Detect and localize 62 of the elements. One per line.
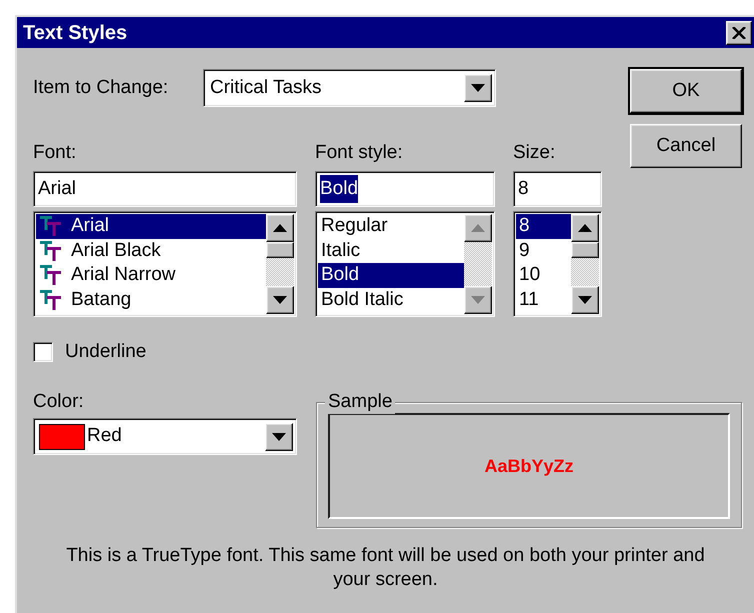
list-item[interactable]: Arial Narrow [36, 263, 266, 288]
list-item[interactable]: Batang [36, 288, 266, 312]
scrollbar[interactable] [266, 214, 294, 314]
sample-text: AaBbYyZz [484, 454, 574, 478]
close-button[interactable] [726, 20, 752, 44]
text-field[interactable]: 8 [513, 171, 602, 207]
list-item[interactable]: 10 [516, 263, 571, 288]
checkbox[interactable] [33, 342, 53, 362]
truetype-icon [39, 215, 63, 238]
up-arrow-icon [273, 224, 287, 232]
close-icon [732, 26, 746, 38]
scroll-down-button[interactable] [571, 286, 599, 314]
scroll-thumb[interactable] [571, 242, 599, 258]
down-arrow-icon [471, 296, 485, 304]
list-item[interactable]: 9 [516, 238, 571, 263]
scroll-up-button[interactable] [464, 214, 492, 242]
field-value: Bold [320, 174, 358, 204]
field-label: Font: [33, 141, 78, 165]
dropdown-value: Critical Tasks [210, 76, 323, 100]
down-arrow-icon [471, 84, 485, 92]
scroll-down-button[interactable] [464, 286, 492, 314]
window-title: Text Styles [23, 20, 128, 46]
list-item[interactable]: Bold Italic [318, 288, 464, 312]
down-arrow-icon [578, 296, 592, 304]
field-label: Color: [33, 390, 85, 414]
checkbox-label: Underline [65, 340, 146, 364]
dropdown[interactable]: Critical Tasks [203, 69, 496, 107]
field-value: Arial [38, 176, 76, 201]
list-item[interactable]: Regular [318, 214, 464, 238]
dialog-button[interactable]: OK [630, 69, 742, 113]
scrollbar[interactable] [464, 214, 492, 314]
up-arrow-icon [471, 224, 485, 232]
scroll-up-button[interactable] [266, 214, 294, 242]
list-item[interactable]: Bold [318, 263, 464, 288]
text-field[interactable]: Bold [315, 171, 495, 207]
list-item[interactable]: Arial [36, 214, 266, 238]
scroll-thumb[interactable] [266, 242, 294, 258]
dropdown-arrow-button[interactable] [265, 422, 293, 450]
scrollbar[interactable] [571, 214, 599, 314]
list-item[interactable]: 8 [516, 214, 571, 238]
color-dropdown[interactable]: Red [33, 418, 297, 455]
field-value: 8 [518, 176, 529, 201]
list-item[interactable]: Italic [318, 238, 464, 263]
truetype-icon [39, 288, 63, 311]
scroll-down-button[interactable] [266, 286, 294, 314]
down-arrow-icon [273, 296, 287, 304]
dropdown-value: Red [87, 424, 123, 448]
field-label: Font style: [315, 141, 404, 165]
down-arrow-icon [272, 432, 286, 440]
up-arrow-icon [578, 224, 592, 232]
list-item[interactable]: Arial Black [36, 238, 266, 263]
field-label: Size: [513, 141, 556, 165]
text-field[interactable]: Arial [33, 171, 297, 207]
truetype-icon [39, 240, 63, 262]
dialog-button[interactable]: Cancel [630, 124, 742, 168]
field-label: Item to Change: [33, 76, 170, 100]
font-note: This is a TrueType font. This same font will be used on both your printer and your screen. [65, 544, 706, 592]
list-item[interactable]: 11 [516, 288, 571, 312]
scroll-up-button[interactable] [571, 214, 599, 242]
truetype-icon [39, 264, 63, 286]
dropdown-arrow-button[interactable] [464, 74, 492, 102]
group-label: Sample [325, 390, 396, 414]
